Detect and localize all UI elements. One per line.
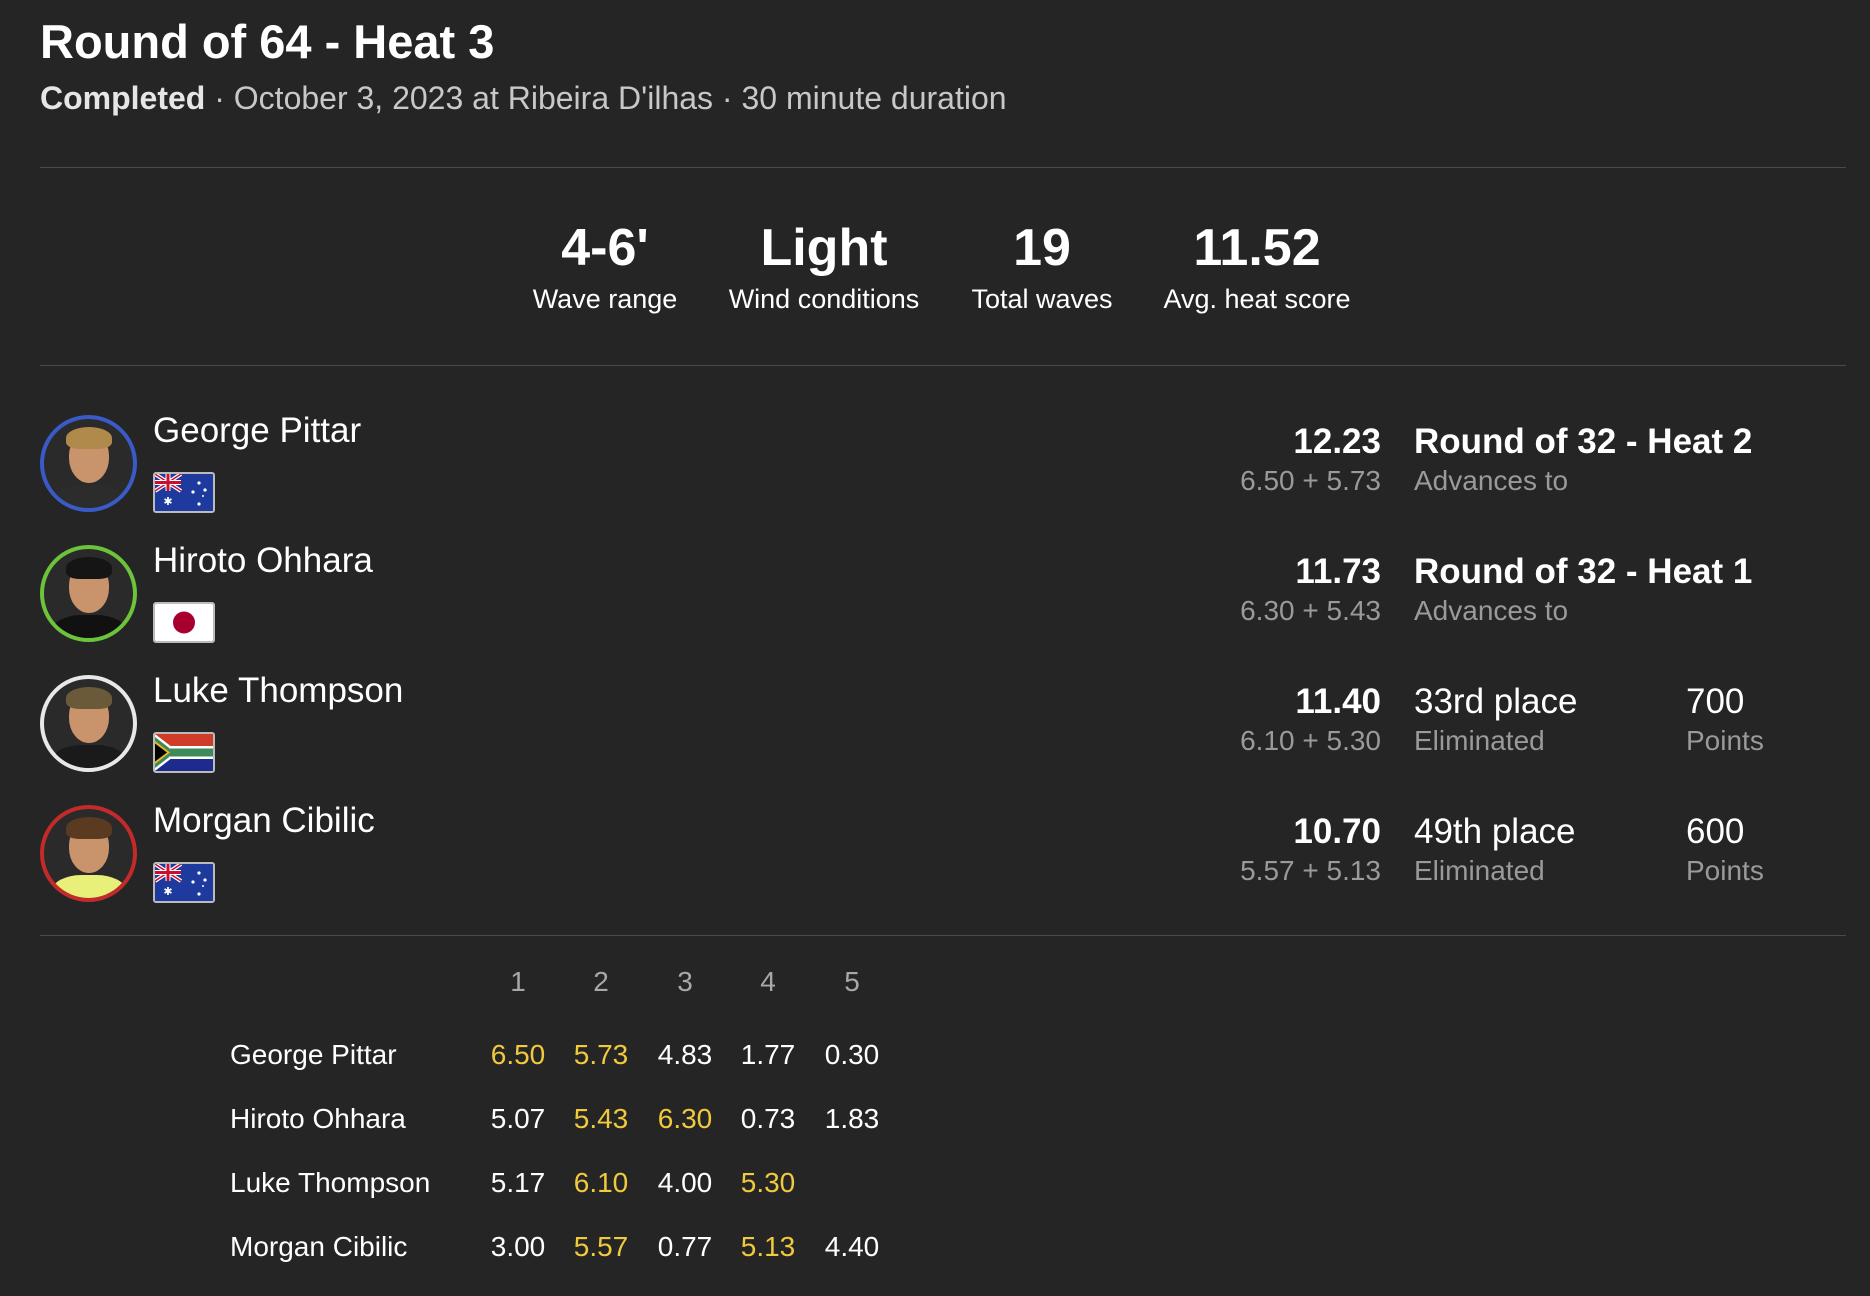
points-value: 700 bbox=[1686, 682, 1745, 721]
stat-avg-heat-score: 11.52 Avg. heat score bbox=[1163, 219, 1351, 314]
result-label: Advances to bbox=[1414, 595, 1569, 626]
result-value: 49th place bbox=[1414, 812, 1576, 851]
wave-column-header: 2 bbox=[593, 966, 609, 997]
wave-score[interactable]: 0.73 bbox=[726, 1103, 810, 1135]
south-africa-flag-icon bbox=[153, 732, 215, 773]
svg-text:✱: ✱ bbox=[163, 886, 172, 898]
wave-column-header: 3 bbox=[677, 966, 693, 997]
heat-details: · October 3, 2023 at Ribeira D'ilhas · 3… bbox=[205, 80, 1007, 116]
heat-subtitle: Completed · October 3, 2023 at Ribeira D… bbox=[40, 80, 1007, 117]
avatar-photo-body bbox=[52, 615, 126, 638]
wave-column-header: 1 bbox=[510, 966, 526, 997]
wave-score[interactable]: 6.30 bbox=[643, 1103, 727, 1135]
wave-score[interactable]: 5.43 bbox=[559, 1103, 643, 1135]
avatar-photo-body bbox=[52, 745, 126, 768]
result-label: Advances to bbox=[1414, 465, 1569, 496]
wave-score[interactable]: 0.30 bbox=[810, 1039, 894, 1071]
athlete-result: 49th place Eliminated bbox=[1414, 811, 1576, 889]
wave-score[interactable]: 4.40 bbox=[810, 1231, 894, 1263]
divider bbox=[40, 167, 1846, 168]
wave-score[interactable]: 0.77 bbox=[643, 1231, 727, 1263]
svg-text:✱: ✱ bbox=[163, 496, 172, 508]
athlete-result[interactable]: Round of 32 - Heat 1 Advances to bbox=[1414, 551, 1752, 629]
result-value: Round of 32 - Heat 2 bbox=[1414, 422, 1753, 461]
heat-total: 12.23 bbox=[1293, 422, 1381, 461]
wave-score[interactable]: 5.13 bbox=[726, 1231, 810, 1263]
wave-score[interactable]: 1.83 bbox=[810, 1103, 894, 1135]
wave-row-athlete: Morgan Cibilic bbox=[230, 1231, 408, 1262]
heat-total: 11.73 bbox=[1295, 552, 1381, 591]
athlete-result: 33rd place Eliminated bbox=[1414, 681, 1577, 759]
athlete-name[interactable]: Hiroto Ohhara bbox=[153, 541, 373, 581]
wave-score[interactable]: 4.83 bbox=[643, 1039, 727, 1071]
divider bbox=[40, 935, 1846, 936]
wave-score[interactable]: 6.50 bbox=[476, 1039, 560, 1071]
avatar-photo-body bbox=[52, 875, 126, 898]
avatar-photo-hair bbox=[66, 687, 112, 709]
wave-score[interactable]: 1.77 bbox=[726, 1039, 810, 1071]
heat-breakdown: 5.57 + 5.13 bbox=[1240, 855, 1381, 886]
athlete-avatar[interactable] bbox=[40, 805, 137, 902]
wave-score[interactable]: 3.00 bbox=[476, 1231, 560, 1263]
stat-wave-range: 4-6' Wave range bbox=[532, 219, 678, 314]
result-label: Eliminated bbox=[1414, 725, 1545, 756]
japan-flag-icon bbox=[153, 602, 215, 643]
australia-flag-icon: ✱ bbox=[153, 472, 215, 513]
athlete-heat-score: 11.73 6.30 + 5.43 bbox=[1131, 551, 1381, 629]
heat-breakdown: 6.30 + 5.43 bbox=[1240, 595, 1381, 626]
heat-total: 10.70 bbox=[1293, 812, 1381, 851]
wave-row-athlete: Hiroto Ohhara bbox=[230, 1103, 406, 1134]
athlete-name[interactable]: George Pittar bbox=[153, 411, 361, 451]
avatar-photo-hair bbox=[66, 817, 112, 839]
wave-column-header: 5 bbox=[844, 966, 860, 997]
result-label: Eliminated bbox=[1414, 855, 1545, 886]
wave-row-athlete: George Pittar bbox=[230, 1039, 397, 1070]
australia-flag-icon: ✱ bbox=[153, 862, 215, 903]
heat-breakdown: 6.10 + 5.30 bbox=[1240, 725, 1381, 756]
athlete-name[interactable]: Morgan Cibilic bbox=[153, 801, 375, 841]
wave-score[interactable]: 4.00 bbox=[643, 1167, 727, 1199]
stat-wind-conditions: Light Wind conditions bbox=[728, 219, 920, 314]
athlete-heat-score: 11.40 6.10 + 5.30 bbox=[1131, 681, 1381, 759]
wave-score[interactable]: 5.30 bbox=[726, 1167, 810, 1199]
result-value: Round of 32 - Heat 1 bbox=[1414, 552, 1753, 591]
athlete-avatar[interactable] bbox=[40, 415, 137, 512]
heat-status: Completed bbox=[40, 80, 206, 116]
heat-breakdown: 6.50 + 5.73 bbox=[1240, 465, 1381, 496]
avatar-photo-body bbox=[52, 485, 126, 508]
result-value: 33rd place bbox=[1414, 682, 1578, 721]
heat-total: 11.40 bbox=[1295, 682, 1381, 721]
athlete-name[interactable]: Luke Thompson bbox=[153, 671, 403, 711]
points-label: Points bbox=[1686, 725, 1764, 756]
points-label: Points bbox=[1686, 855, 1764, 886]
wave-row-athlete: Luke Thompson bbox=[230, 1167, 431, 1198]
athlete-points: 700 Points bbox=[1686, 681, 1764, 759]
athlete-heat-score: 10.70 5.57 + 5.13 bbox=[1131, 811, 1381, 889]
athlete-heat-score: 12.23 6.50 + 5.73 bbox=[1131, 421, 1381, 499]
athlete-avatar[interactable] bbox=[40, 675, 137, 772]
avatar-photo-hair bbox=[66, 427, 112, 449]
wave-score[interactable]: 5.07 bbox=[476, 1103, 560, 1135]
wave-score[interactable]: 6.10 bbox=[559, 1167, 643, 1199]
wave-column-header: 4 bbox=[760, 966, 776, 997]
avatar-photo-hair bbox=[66, 557, 112, 579]
wave-score[interactable]: 5.73 bbox=[559, 1039, 643, 1071]
stat-total-waves: 19 Total waves bbox=[971, 219, 1113, 314]
athlete-result[interactable]: Round of 32 - Heat 2 Advances to bbox=[1414, 421, 1752, 499]
divider bbox=[40, 365, 1846, 366]
wave-score[interactable]: 5.57 bbox=[559, 1231, 643, 1263]
wave-score[interactable]: 5.17 bbox=[476, 1167, 560, 1199]
page-title: Round of 64 - Heat 3 bbox=[40, 15, 495, 68]
athlete-avatar[interactable] bbox=[40, 545, 137, 642]
points-value: 600 bbox=[1686, 812, 1745, 851]
athlete-points: 600 Points bbox=[1686, 811, 1764, 889]
